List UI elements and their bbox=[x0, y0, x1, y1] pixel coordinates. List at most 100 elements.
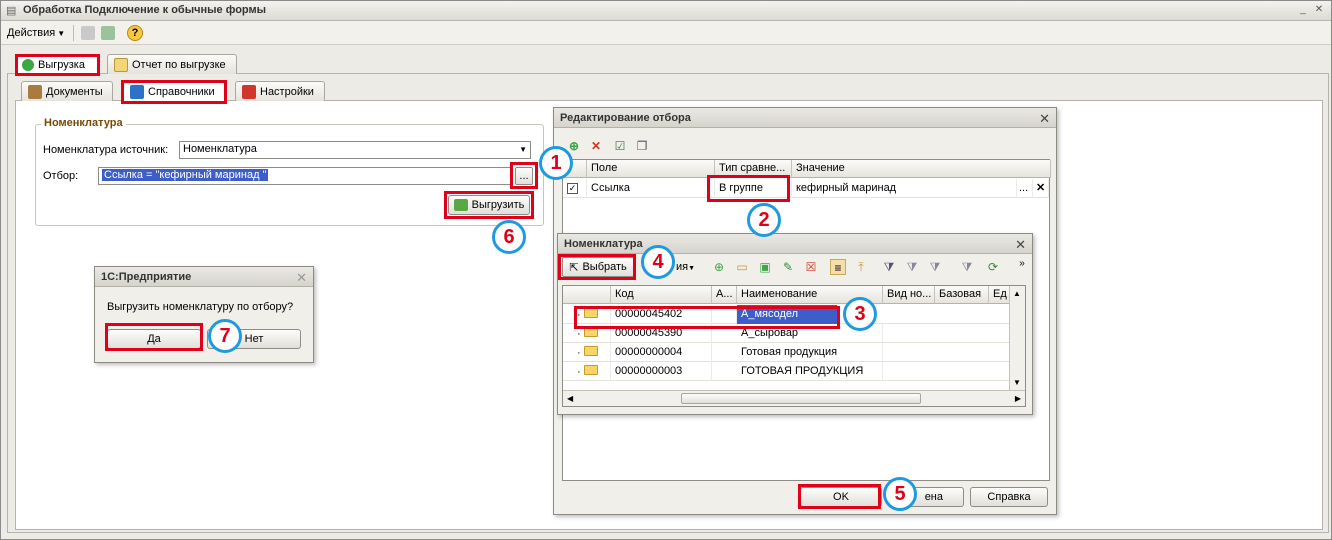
row-code: 00000000003 bbox=[611, 362, 712, 381]
folder-icon bbox=[583, 308, 598, 318]
help-button[interactable]: ? bbox=[127, 24, 143, 42]
step-marker-2: 2 bbox=[747, 203, 781, 237]
row-code: 00000045402 bbox=[611, 305, 712, 324]
delete-mark-icon[interactable]: ☒ bbox=[803, 259, 819, 275]
add-icon[interactable]: ⊕ bbox=[711, 259, 727, 275]
tree-node[interactable]: · bbox=[573, 324, 611, 343]
tree-node[interactable]: · bbox=[573, 343, 611, 362]
tree-node[interactable]: · bbox=[573, 305, 611, 324]
scroll-up-icon[interactable]: ▲ bbox=[1013, 289, 1021, 298]
settings-icon bbox=[242, 84, 256, 99]
minimize-icon[interactable]: _ bbox=[1297, 4, 1309, 16]
grid-header-code[interactable]: Код bbox=[611, 286, 712, 304]
grid-header-field[interactable]: Поле bbox=[587, 160, 715, 178]
filter-value: Ссылка = "кефирный маринад " bbox=[102, 169, 269, 181]
level-up-icon[interactable]: ⤒ bbox=[853, 259, 869, 275]
select-button-label: Выбрать bbox=[582, 261, 627, 273]
scroll-down-icon[interactable]: ▼ bbox=[1013, 378, 1021, 387]
tab-export-report[interactable]: Отчет по выгрузке bbox=[107, 54, 237, 74]
export-button-label: Выгрузить bbox=[471, 199, 525, 211]
tab-export[interactable]: Выгрузка bbox=[15, 54, 99, 74]
folder-icon bbox=[583, 365, 598, 375]
grid-header-kind[interactable]: Вид но... bbox=[883, 286, 935, 304]
filter-label: Отбор: bbox=[43, 170, 79, 182]
nomenclature-dialog: Номенклатура ✕ ⇱ Выбрать ия▼ ⊕ ▭ ▣ ✎ ☒ ≡… bbox=[557, 233, 1033, 415]
tab-documents-label: Документы bbox=[46, 85, 103, 98]
row-compare[interactable]: В группе bbox=[715, 179, 792, 198]
select-cursor-icon: ⇱ bbox=[569, 261, 579, 274]
value-ellipsis-button[interactable]: ... bbox=[1017, 179, 1033, 198]
close-icon[interactable]: ✕ bbox=[1039, 111, 1050, 127]
table-row[interactable]: · 00000000004 Готовая продукция bbox=[563, 343, 1025, 362]
table-row[interactable]: · 00000045390 А_сыровар bbox=[563, 324, 1025, 343]
row-value[interactable]: кефирный маринад bbox=[792, 179, 1017, 198]
edit-icon[interactable]: ✎ bbox=[780, 259, 796, 275]
clear-icon[interactable]: ✕ bbox=[1033, 179, 1049, 198]
tab-settings[interactable]: Настройки bbox=[235, 81, 325, 101]
filter-icon[interactable]: ⧩ bbox=[881, 259, 897, 275]
folder-icon bbox=[583, 346, 598, 356]
confirm-message: Выгрузить номенклатуру по отбору? bbox=[107, 301, 294, 313]
scroll-left-icon[interactable]: ◀ bbox=[567, 394, 573, 403]
table-row[interactable]: ✓ Ссылка В группе кефирный маринад ... ✕ bbox=[563, 179, 1049, 198]
vertical-scrollbar[interactable]: ▲ ▼ bbox=[1009, 286, 1025, 390]
tab-documents[interactable]: Документы bbox=[21, 81, 113, 101]
table-row[interactable]: · 00000045402 А_мясодел bbox=[563, 305, 1025, 324]
select-button[interactable]: ⇱ Выбрать bbox=[562, 257, 634, 277]
check-all-icon[interactable]: ☑ bbox=[612, 138, 628, 154]
tab-catalogs[interactable]: Справочники bbox=[123, 81, 225, 101]
clear-filter-icon[interactable]: ⧩ bbox=[959, 259, 975, 275]
row-a bbox=[712, 305, 737, 324]
nomenclature-grid: Код А... Наименование Вид но... Базовая … bbox=[562, 285, 1026, 407]
hierarchy-icon[interactable]: ≡ bbox=[830, 259, 846, 275]
help-icon: ? bbox=[127, 25, 143, 41]
yes-button[interactable]: Да bbox=[107, 329, 201, 349]
separator bbox=[73, 25, 74, 41]
grid-header-unit[interactable]: Ед bbox=[989, 286, 1011, 304]
nomenclature-dialog-title: Номенклатура bbox=[558, 234, 1032, 254]
filter-ellipsis-button[interactable]: ... bbox=[515, 167, 533, 185]
tab-catalogs-label: Справочники bbox=[148, 85, 215, 98]
grid-header-value[interactable]: Значение bbox=[792, 160, 1051, 178]
grid-header-tree bbox=[563, 286, 611, 304]
step-marker-3: 3 bbox=[843, 297, 877, 331]
actions-partial-label[interactable]: ия▼ bbox=[676, 261, 695, 273]
step-marker-6: 6 bbox=[492, 220, 526, 254]
help-dialog-button[interactable]: Справка bbox=[970, 487, 1048, 507]
row-code: 00000000004 bbox=[611, 343, 712, 362]
close-window-icon[interactable]: ✕ bbox=[1313, 4, 1325, 16]
folder-icon bbox=[583, 327, 598, 337]
document-icon[interactable] bbox=[81, 24, 95, 42]
source-select[interactable]: Номенклатура ▼ bbox=[179, 141, 531, 159]
tree-node[interactable]: · bbox=[573, 362, 611, 381]
tab-export-label: Выгрузка bbox=[38, 58, 85, 71]
chevron-down-icon[interactable]: ▼ bbox=[519, 145, 527, 154]
horizontal-scrollbar[interactable]: ◀ ▶ bbox=[563, 390, 1025, 406]
export-icon[interactable] bbox=[101, 24, 115, 42]
row-checkbox[interactable]: ✓ bbox=[563, 179, 587, 198]
refresh-icon[interactable]: ⟳ bbox=[985, 259, 1001, 275]
scroll-thumb[interactable] bbox=[681, 393, 921, 404]
close-icon[interactable]: ✕ bbox=[296, 270, 307, 286]
step-marker-7: 7 bbox=[208, 319, 242, 353]
table-row[interactable]: · 00000000003 ГОТОВАЯ ПРОДУКЦИЯ bbox=[563, 362, 1025, 381]
scroll-right-icon[interactable]: ▶ bbox=[1015, 394, 1021, 403]
filter-value-icon[interactable]: ⧩ bbox=[904, 259, 920, 275]
window-title: Обработка Подключение к обычные формы bbox=[23, 4, 267, 16]
more-icon[interactable]: » bbox=[1014, 256, 1030, 272]
export-button[interactable]: Выгрузить bbox=[448, 195, 530, 215]
filter-input[interactable]: Ссылка = "кефирный маринад " bbox=[98, 167, 512, 185]
delete-icon[interactable]: ✕ bbox=[588, 138, 604, 154]
close-icon[interactable]: ✕ bbox=[1015, 237, 1026, 253]
grid-header-compare[interactable]: Тип сравне... bbox=[715, 160, 792, 178]
ok-button[interactable]: OK bbox=[800, 487, 882, 507]
actions-menu[interactable]: Действия ▼ bbox=[7, 24, 65, 42]
copy-item-icon[interactable]: ▣ bbox=[757, 259, 773, 275]
grid-header-base[interactable]: Базовая bbox=[935, 286, 989, 304]
actions-menu-label: Действия bbox=[7, 27, 56, 39]
filter-list-icon[interactable]: ⧩ bbox=[927, 259, 943, 275]
add-folder-icon[interactable]: ▭ bbox=[734, 259, 750, 275]
title-bar: ▤ Обработка Подключение к обычные формы … bbox=[1, 1, 1331, 21]
grid-header-a[interactable]: А... bbox=[712, 286, 737, 304]
copy-icon[interactable]: ❐ bbox=[634, 138, 650, 154]
